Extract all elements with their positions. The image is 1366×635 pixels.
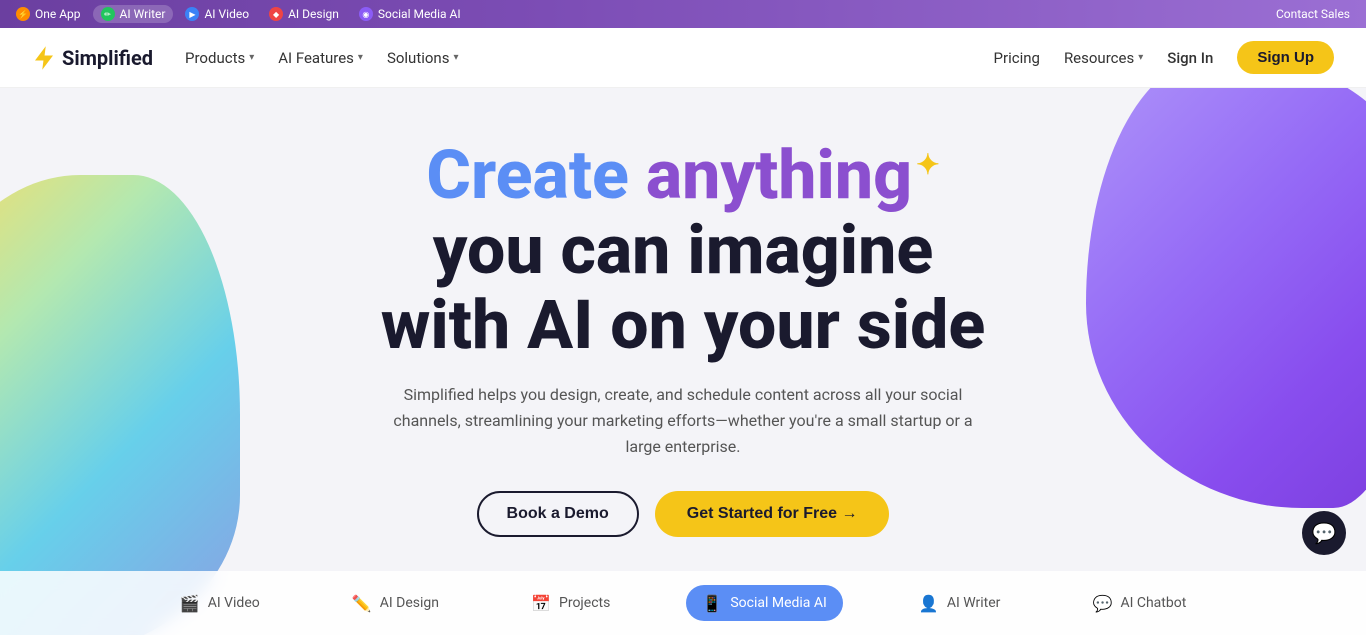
contact-sales-link[interactable]: Contact Sales: [1276, 7, 1350, 21]
tab-ai-chatbot-icon: 💬: [1092, 593, 1112, 613]
tab-ai-video-icon: 🎬: [180, 593, 200, 613]
hero-title-create: Create: [426, 135, 645, 215]
get-started-button[interactable]: Get Started for Free →: [655, 491, 890, 537]
topbar-label-one-app: One App: [35, 7, 81, 21]
nav-links: Products ▾ AI Features ▾ Solutions ▾: [185, 49, 458, 67]
chat-support-button[interactable]: 💬: [1302, 511, 1346, 555]
topbar-item-one-app[interactable]: ⚡ One App: [8, 5, 89, 23]
tab-social-media-label: Social Media AI: [730, 595, 827, 611]
tab-social-media-icon: 📱: [702, 593, 722, 613]
signup-button[interactable]: Sign Up: [1237, 41, 1334, 74]
nav-ai-features-label: AI Features: [278, 49, 354, 67]
topbar-item-ai-design[interactable]: ◆ AI Design: [261, 5, 347, 23]
hero-title-anything: anything: [646, 135, 912, 215]
blob-right-decoration: [1086, 88, 1366, 508]
nav-right: Pricing Resources ▾ Sign In Sign Up: [994, 41, 1334, 74]
top-bar-items: ⚡ One App ✏ AI Writer ▶ AI Video ◆ AI De…: [8, 5, 469, 23]
nav-ai-features[interactable]: AI Features ▾: [278, 49, 363, 67]
resources-chevron-icon: ▾: [1138, 52, 1143, 63]
nav-solutions-label: Solutions: [387, 49, 450, 67]
blob-left-decoration: [0, 175, 240, 635]
top-bar: ⚡ One App ✏ AI Writer ▶ AI Video ◆ AI De…: [0, 0, 1366, 28]
ai-design-icon: ◆: [269, 7, 283, 21]
topbar-label-ai-video: AI Video: [204, 7, 249, 21]
topbar-item-ai-video[interactable]: ▶ AI Video: [177, 5, 257, 23]
nav-products[interactable]: Products ▾: [185, 49, 254, 67]
logo-icon: [32, 46, 56, 70]
ai-writer-icon: ✏: [101, 7, 115, 21]
tab-ai-chatbot[interactable]: 💬 AI Chatbot: [1076, 585, 1202, 621]
tab-projects-label: Projects: [559, 595, 610, 611]
ai-video-icon: ▶: [185, 7, 199, 21]
tab-social-media-ai[interactable]: 📱 Social Media AI: [686, 585, 843, 621]
logo-text: Simplified: [62, 46, 153, 70]
tab-ai-video[interactable]: 🎬 AI Video: [164, 585, 276, 621]
one-app-icon: ⚡: [16, 7, 30, 21]
ai-features-chevron-icon: ▾: [358, 52, 363, 63]
nav-solutions[interactable]: Solutions ▾: [387, 49, 459, 67]
nav-resources[interactable]: Resources ▾: [1064, 49, 1143, 67]
nav-products-label: Products: [185, 49, 245, 67]
book-demo-button[interactable]: Book a Demo: [477, 491, 639, 537]
hero-subtitle: Simplified helps you design, create, and…: [393, 382, 973, 459]
logo[interactable]: Simplified: [32, 46, 153, 70]
tab-ai-writer-label: AI Writer: [947, 595, 1001, 611]
hero-content: Create anything✦ you can imagine with AI…: [381, 138, 985, 537]
topbar-item-ai-writer[interactable]: ✏ AI Writer: [93, 5, 174, 23]
nav-pricing-label: Pricing: [994, 49, 1040, 67]
solutions-chevron-icon: ▾: [453, 52, 458, 63]
topbar-label-ai-writer: AI Writer: [120, 7, 166, 21]
topbar-label-ai-design: AI Design: [288, 7, 339, 21]
hero-title: Create anything✦ you can imagine with AI…: [381, 138, 985, 362]
navbar: Simplified Products ▾ AI Features ▾ Solu…: [0, 28, 1366, 88]
tab-ai-design-icon: ✏️: [352, 593, 372, 613]
hero-title-line2: you can imagine: [433, 210, 933, 290]
signin-button[interactable]: Sign In: [1167, 49, 1213, 67]
tab-ai-chatbot-label: AI Chatbot: [1120, 595, 1186, 611]
tab-ai-design[interactable]: ✏️ AI Design: [336, 585, 455, 621]
sparkle-icon: ✦: [916, 148, 939, 181]
nav-left: Simplified Products ▾ AI Features ▾ Solu…: [32, 46, 458, 70]
products-chevron-icon: ▾: [249, 52, 254, 63]
nav-resources-label: Resources: [1064, 49, 1134, 67]
bottom-tabs: 🎬 AI Video ✏️ AI Design 📅 Projects 📱 Soc…: [0, 571, 1366, 635]
nav-pricing[interactable]: Pricing: [994, 49, 1040, 67]
nav-right-links: Pricing Resources ▾: [994, 49, 1144, 67]
tab-ai-writer-icon: 👤: [919, 593, 939, 613]
tab-ai-design-label: AI Design: [380, 595, 439, 611]
hero-section: Create anything✦ you can imagine with AI…: [0, 88, 1366, 635]
chat-bubble-icon: 💬: [1312, 521, 1337, 545]
topbar-item-social-media-ai[interactable]: ◉ Social Media AI: [351, 5, 469, 23]
tab-projects[interactable]: 📅 Projects: [515, 585, 626, 621]
hero-buttons: Book a Demo Get Started for Free →: [381, 491, 985, 537]
tab-projects-icon: 📅: [531, 593, 551, 613]
hero-title-line3: with AI on your side: [381, 285, 985, 365]
tab-ai-writer[interactable]: 👤 AI Writer: [903, 585, 1017, 621]
tab-ai-video-label: AI Video: [208, 595, 260, 611]
social-media-icon: ◉: [359, 7, 373, 21]
topbar-label-social-media-ai: Social Media AI: [378, 7, 461, 21]
